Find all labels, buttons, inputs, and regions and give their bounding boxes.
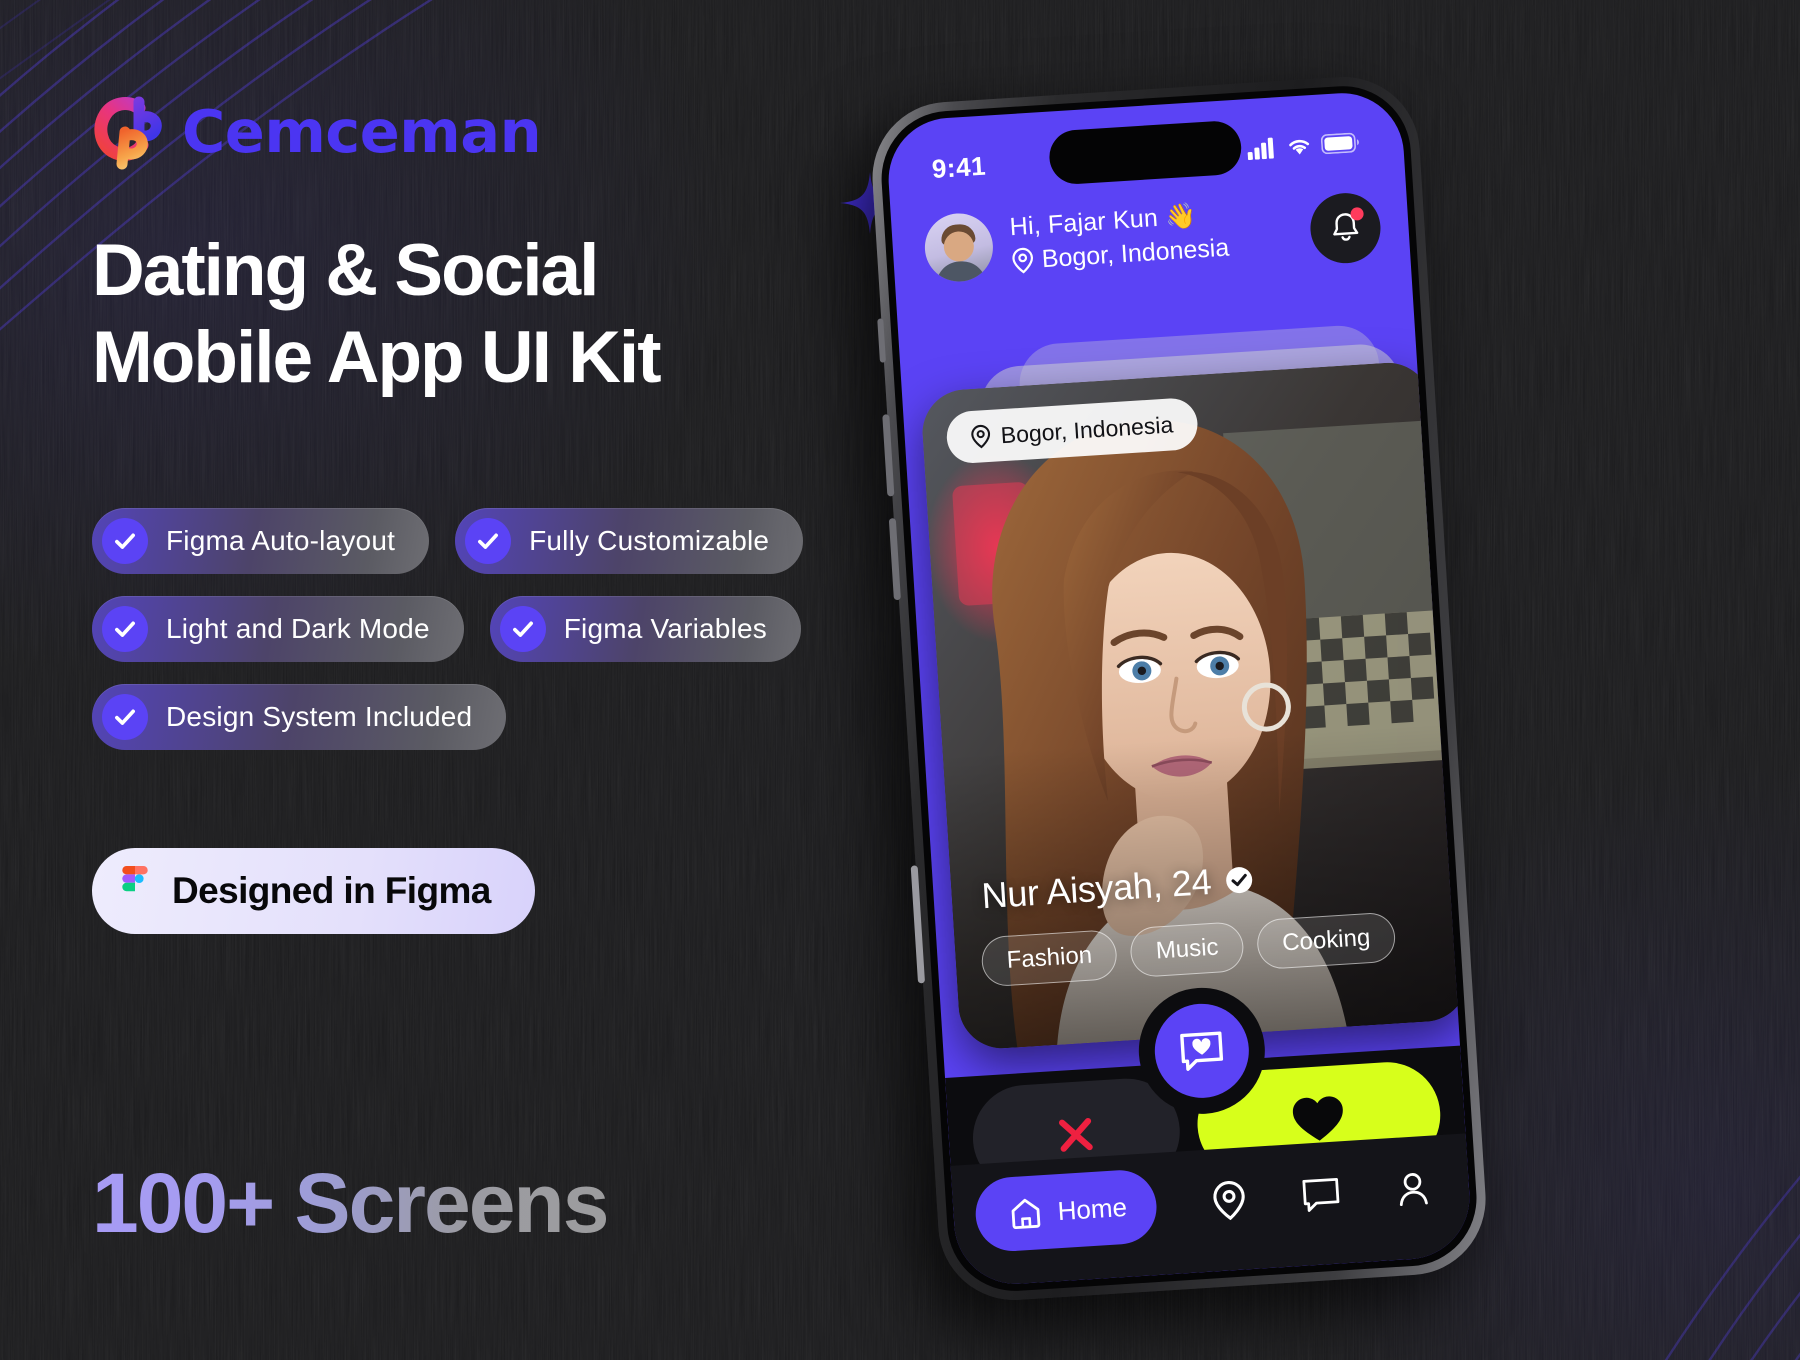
cemceman-logo-icon xyxy=(94,96,162,170)
greeting-text: Hi, Fajar Kun 👋 Bogor, Indonesia xyxy=(1009,199,1230,276)
brand-lockup: Cemceman xyxy=(92,92,542,170)
feature-row: Figma Auto-layout Fully Customizable xyxy=(92,508,892,574)
cellular-signal-icon xyxy=(1247,137,1274,161)
phone-screen: 9:41 Hi, Fajar Kun 👋 Bogor, Indonesia Bo… xyxy=(884,89,1474,1288)
feature-row: Light and Dark Mode Figma Variables xyxy=(92,596,892,662)
feature-badge-light-and-dark-mode[interactable]: Light and Dark Mode xyxy=(92,596,464,662)
card-location-label: Bogor, Indonesia xyxy=(999,410,1174,448)
feature-label: Figma Variables xyxy=(563,613,767,644)
heart-icon xyxy=(1293,1096,1344,1141)
phone-bezel: 9:41 Hi, Fajar Kun 👋 Bogor, Indonesia Bo… xyxy=(877,82,1481,1296)
verified-badge-icon xyxy=(1226,867,1253,894)
promo-banner: Cemceman Dating & Social Mobile App UI K… xyxy=(0,0,1800,1360)
home-icon xyxy=(1004,1192,1046,1234)
status-icons xyxy=(1247,131,1360,161)
nav-item-location[interactable] xyxy=(1208,1179,1250,1221)
check-icon xyxy=(102,518,148,564)
feature-label: Light and Dark Mode xyxy=(166,613,430,644)
feature-label: Figma Auto-layout xyxy=(166,525,396,556)
avatar-body xyxy=(934,259,987,284)
wifi-icon xyxy=(1289,139,1310,155)
phone-power-button[interactable] xyxy=(910,865,926,984)
interest-tag-music[interactable]: Music xyxy=(1129,921,1245,979)
feature-badge-list: Figma Auto-layout Fully Customizable Lig… xyxy=(92,508,892,772)
phone-mockup: 9:41 Hi, Fajar Kun 👋 Bogor, Indonesia Bo… xyxy=(867,71,1519,1360)
check-icon xyxy=(499,606,546,652)
feature-badge-fully-customizable[interactable]: Fully Customizable xyxy=(455,508,804,574)
map-pin-icon xyxy=(971,424,991,449)
chat-heart-icon xyxy=(1180,1031,1224,1071)
location-label: Bogor, Indonesia xyxy=(1040,233,1230,273)
nav-item-chat[interactable] xyxy=(1300,1173,1342,1215)
check-icon xyxy=(102,694,148,740)
feature-label: Fully Customizable xyxy=(529,525,770,556)
feature-badge-figma-auto-layout[interactable]: Figma Auto-layout xyxy=(92,508,430,574)
brand-name: Cemceman xyxy=(182,96,542,166)
feature-row: Design System Included xyxy=(92,684,892,750)
check-icon xyxy=(102,606,148,652)
status-time: 9:41 xyxy=(930,150,987,184)
headline-line-1: Dating & Social xyxy=(92,230,599,311)
designed-in-figma-badge[interactable]: Designed in Figma xyxy=(92,848,535,934)
nav-item-home[interactable]: Home xyxy=(973,1168,1160,1254)
map-pin-icon xyxy=(1012,247,1033,274)
headline-line-2: Mobile App UI Kit xyxy=(92,316,662,398)
page-title: Dating & Social Mobile App UI Kit xyxy=(92,228,852,402)
feature-badge-design-system-included[interactable]: Design System Included xyxy=(92,684,507,750)
feature-badge-figma-variables[interactable]: Figma Variables xyxy=(489,596,801,662)
nav-home-label: Home xyxy=(1056,1191,1128,1226)
avatar[interactable] xyxy=(922,211,995,284)
figma-logo-icon xyxy=(122,866,148,892)
screens-count-title: 100+ Screens xyxy=(92,1156,609,1250)
check-icon xyxy=(465,518,512,564)
figma-badge-label: Designed in Figma xyxy=(172,870,491,911)
interest-tag-fashion[interactable]: Fashion xyxy=(980,929,1119,988)
interest-tag-cooking[interactable]: Cooking xyxy=(1255,911,1397,971)
notification-dot xyxy=(1350,207,1364,221)
close-x-icon xyxy=(1059,1117,1094,1152)
profile-card[interactable]: Bogor, Indonesia Nur Aisyah, 24 Fashion xyxy=(919,360,1471,1051)
nav-item-profile[interactable] xyxy=(1392,1168,1434,1210)
phone-frame: 9:41 Hi, Fajar Kun 👋 Bogor, Indonesia Bo… xyxy=(867,72,1491,1305)
battery-icon xyxy=(1320,132,1359,155)
feature-label: Design System Included xyxy=(166,701,473,732)
left-content: Cemceman Dating & Social Mobile App UI K… xyxy=(92,0,912,1360)
